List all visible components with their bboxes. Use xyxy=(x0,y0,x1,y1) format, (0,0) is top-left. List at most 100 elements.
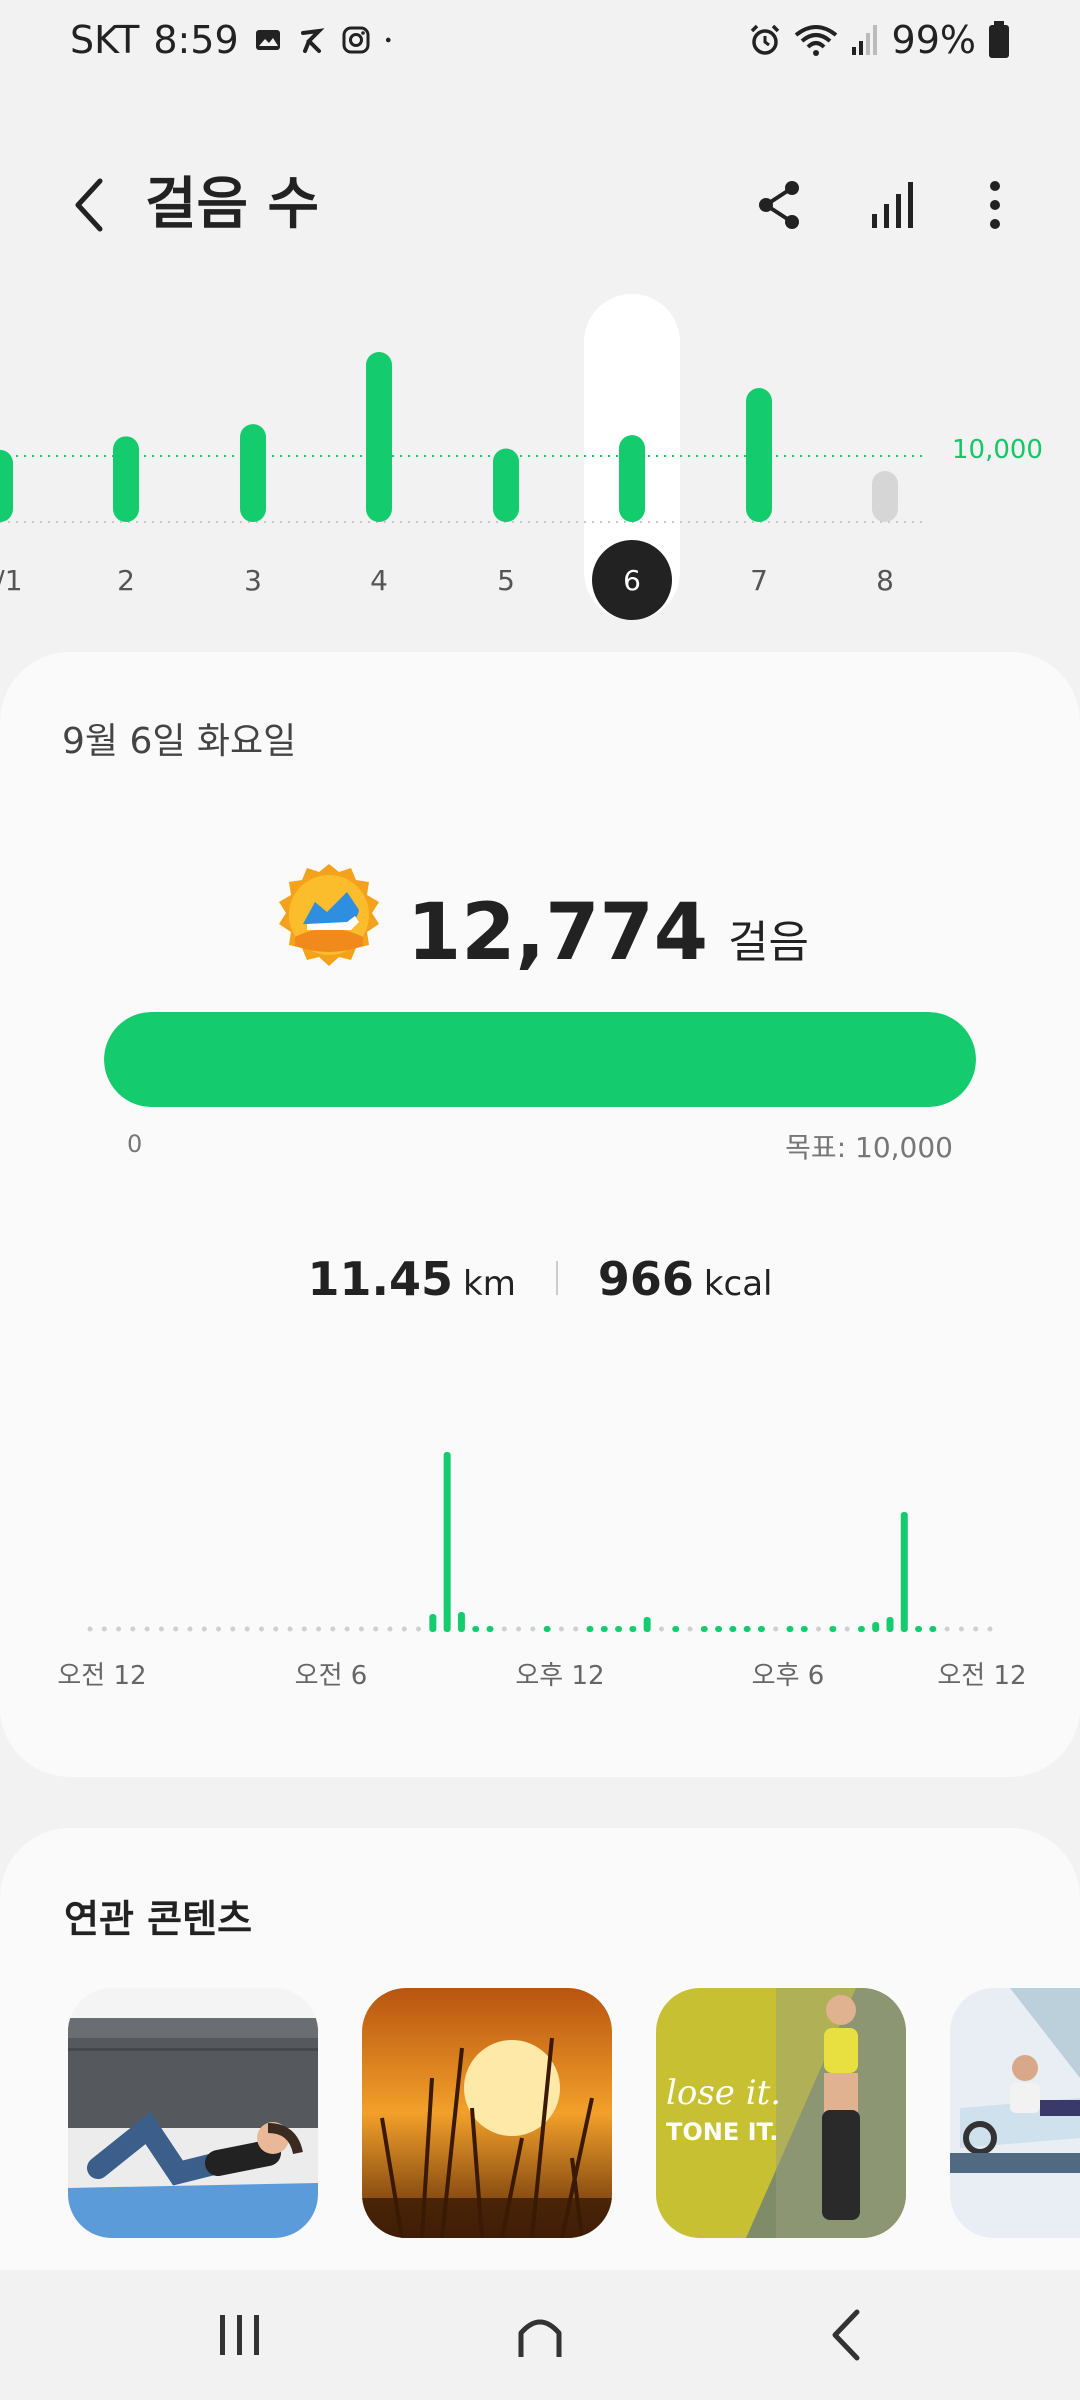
hour-bar xyxy=(757,1626,765,1632)
home-button[interactable] xyxy=(480,2290,600,2380)
hour-empty-dot xyxy=(530,1626,536,1632)
hour-empty-dot xyxy=(773,1626,779,1632)
related-content-section: 연관 콘텐츠 lose it. TONE IT. xyxy=(0,1828,1080,2308)
hour-bar xyxy=(915,1626,923,1632)
hour-empty-dot xyxy=(387,1626,393,1632)
hour-empty-dot xyxy=(358,1626,364,1632)
gallery-icon xyxy=(255,30,280,50)
day-label[interactable]: 7 xyxy=(750,564,768,597)
tone-it-text: TONE IT. xyxy=(666,2118,779,2146)
hour-empty-dot xyxy=(258,1626,264,1632)
bar-chart-icon xyxy=(872,182,913,228)
progress-goal-label: 목표: 10,000 xyxy=(785,1131,953,1164)
calories-value: 966 xyxy=(597,1252,694,1306)
metrics-row: 11.45 km 966 kcal xyxy=(0,1252,1080,1306)
related-thumb-pilates[interactable] xyxy=(950,1988,1080,2238)
share-icon xyxy=(759,181,799,229)
trends-button[interactable] xyxy=(858,170,928,240)
chevron-left-icon xyxy=(75,178,103,232)
hour-empty-dot xyxy=(301,1626,307,1632)
share-button[interactable] xyxy=(745,170,815,240)
hour-axis-label: 오전 12 xyxy=(937,1661,1026,1691)
hour-empty-dot xyxy=(87,1626,93,1632)
steps-summary: 12,774 걸음 xyxy=(0,862,1080,978)
hour-empty-dot xyxy=(287,1626,293,1632)
more-vert-icon xyxy=(990,181,1000,229)
hour-empty-dot xyxy=(273,1626,279,1632)
calories-metric: 966 kcal xyxy=(598,1252,773,1306)
hour-bar xyxy=(486,1626,494,1632)
distance-value: 11.45 xyxy=(307,1252,453,1306)
day-bar[interactable] xyxy=(113,436,139,522)
hourly-steps-chart: 오전 12 오전 6 오후 12 오후 6 오전 12 xyxy=(0,1422,1080,1752)
hour-empty-dot xyxy=(416,1626,422,1632)
hour-empty-dot xyxy=(144,1626,150,1632)
battery-icon xyxy=(989,21,1009,58)
related-thumb-situps[interactable] xyxy=(68,1988,318,2238)
hour-bar xyxy=(729,1626,737,1632)
time-label: 8:59 xyxy=(153,18,239,62)
related-thumb-lose-it[interactable]: lose it. TONE IT. xyxy=(656,1988,906,2238)
situps-image xyxy=(68,1988,318,2238)
day-bar[interactable] xyxy=(366,352,392,522)
hourly-chart-svg: 오전 12 오전 6 오후 12 오후 6 오전 12 xyxy=(57,1452,1027,1691)
more-options-button[interactable] xyxy=(960,170,1030,240)
distance-unit: km xyxy=(463,1264,516,1304)
pilates-image xyxy=(950,1988,1080,2238)
nav-back-icon xyxy=(832,2309,860,2361)
hour-empty-dot xyxy=(501,1626,507,1632)
hour-empty-dot xyxy=(187,1626,193,1632)
hour-bar xyxy=(600,1626,608,1632)
day-bar[interactable] xyxy=(872,471,898,522)
day-bar[interactable] xyxy=(746,388,772,522)
day-bar[interactable] xyxy=(240,424,266,522)
day-bar[interactable] xyxy=(619,435,645,522)
day-label[interactable]: 8 xyxy=(876,564,894,597)
hour-empty-dot xyxy=(516,1626,522,1632)
day-label[interactable]: 4 xyxy=(370,564,388,597)
page-title: 걸음 수 xyxy=(145,172,320,237)
hour-bar xyxy=(586,1626,594,1632)
day-bar[interactable] xyxy=(493,448,519,522)
hour-empty-dot xyxy=(201,1626,207,1632)
sunset-image xyxy=(362,1988,612,2238)
hour-bar xyxy=(743,1626,751,1632)
recents-button[interactable] xyxy=(180,2290,300,2380)
day-label[interactable]: 3 xyxy=(244,564,262,597)
recents-icon xyxy=(220,2315,259,2355)
goal-progress-bar xyxy=(104,1012,976,1107)
lose-it-image xyxy=(656,1988,906,2238)
hour-empty-dot xyxy=(344,1626,350,1632)
weekly-chart-svg: 9/1 2 3 4 5 6 7 8 xyxy=(0,294,925,620)
hour-empty-dot xyxy=(401,1626,407,1632)
back-button[interactable] xyxy=(55,170,125,240)
calories-unit: kcal xyxy=(703,1264,773,1304)
weekly-steps-chart[interactable]: 9/1 2 3 4 5 6 7 8 10,000 xyxy=(0,280,1080,640)
metrics-divider xyxy=(555,1261,558,1295)
progress-min-label: 0 xyxy=(127,1130,143,1158)
hour-bar xyxy=(443,1452,451,1632)
day-label[interactable]: 2 xyxy=(117,564,135,597)
goal-progress-fill xyxy=(104,1012,976,1107)
hour-bar xyxy=(857,1626,865,1632)
day-label[interactable]: 9/1 xyxy=(0,564,23,597)
steps-unit: 걸음 xyxy=(728,917,809,968)
related-thumb-sunset[interactable] xyxy=(362,1988,612,2238)
notification-dot-icon xyxy=(385,37,391,43)
hour-bar xyxy=(886,1617,894,1632)
running-app-icon xyxy=(300,28,325,53)
hour-empty-dot xyxy=(101,1626,107,1632)
carrier-label: SKT xyxy=(70,18,140,62)
day-label[interactable]: 6 xyxy=(623,564,641,597)
hour-empty-dot xyxy=(216,1626,222,1632)
hour-empty-dot xyxy=(116,1626,122,1632)
day-bar[interactable] xyxy=(0,449,13,522)
hour-empty-dot xyxy=(130,1626,136,1632)
app-header: 걸음 수 xyxy=(0,150,1080,260)
day-label[interactable]: 5 xyxy=(497,564,515,597)
hour-empty-dot xyxy=(987,1626,993,1632)
hour-empty-dot xyxy=(230,1626,236,1632)
nav-back-button[interactable] xyxy=(785,2290,905,2380)
hour-empty-dot xyxy=(158,1626,164,1632)
hour-empty-dot xyxy=(330,1626,336,1632)
